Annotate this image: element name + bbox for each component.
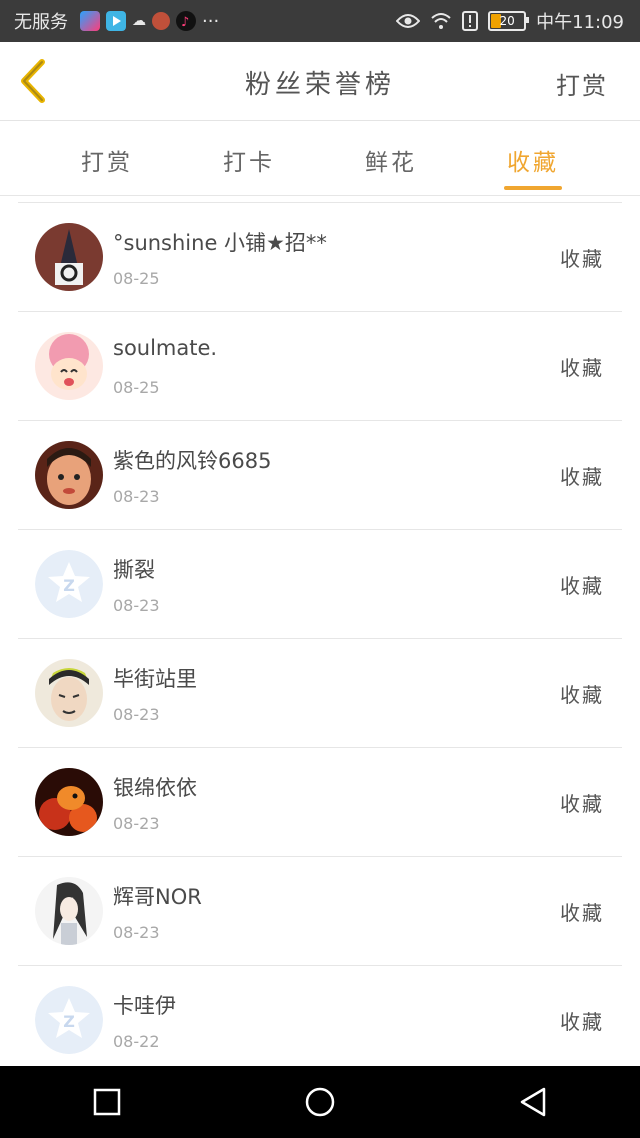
list-item[interactable]: 银绵依依 08-23 收藏 — [18, 748, 622, 857]
fan-date: 08-22 — [113, 1032, 160, 1051]
fan-name: 卡哇伊 — [113, 994, 176, 1018]
tab-flowers[interactable]: 鲜花 — [320, 121, 462, 195]
avatar — [35, 659, 103, 727]
alert-icon — [462, 11, 479, 31]
nav-bar: 粉丝荣誉榜 打赏 — [0, 42, 640, 121]
lion-app-icon — [152, 12, 170, 30]
fan-action-label: 收藏 — [560, 247, 604, 271]
svg-text:♪: ♪ — [181, 15, 189, 30]
reward-button[interactable]: 打赏 — [556, 66, 608, 101]
list-item[interactable]: 毕街站里 08-23 收藏 — [18, 639, 622, 748]
fan-action-label: 收藏 — [560, 901, 604, 925]
fan-name: 紫色的风铃6685 — [113, 449, 272, 473]
fan-action-label: 收藏 — [560, 356, 604, 380]
list-item[interactable]: Z 撕裂 08-23 收藏 — [18, 530, 622, 639]
square-icon — [93, 1088, 120, 1116]
youku-app-icon — [80, 11, 100, 31]
fan-date: 08-23 — [113, 923, 160, 942]
tab-reward[interactable]: 打赏 — [36, 121, 178, 195]
battery-level: 20 — [499, 14, 515, 28]
more-dots-icon: ··· — [202, 10, 220, 32]
fan-name: soulmate. — [113, 336, 218, 360]
avatar — [35, 768, 103, 836]
wifi-icon — [431, 13, 451, 29]
fan-name: 毕街站里 — [113, 667, 197, 691]
list-item[interactable]: Z 卡哇伊 08-22 收藏 — [18, 966, 622, 1074]
fan-action-label: 收藏 — [560, 574, 604, 598]
weather-icon: ☁ — [132, 13, 146, 29]
fan-list: °sunshine 小铺★招** 08-25 收藏 soulmate. 08-2… — [18, 202, 622, 1074]
tab-favorites[interactable]: 收藏 — [462, 121, 604, 195]
fan-action-label: 收藏 — [560, 683, 604, 707]
carrier-label: 无服务 — [14, 12, 68, 33]
default-avatar-icon: Z — [35, 550, 103, 618]
tiktok-icon: ♪ — [176, 11, 196, 31]
fan-action-label: 收藏 — [560, 1010, 604, 1034]
svg-text:Z: Z — [63, 576, 75, 595]
fan-date: 08-25 — [113, 269, 160, 288]
circle-icon — [305, 1087, 335, 1117]
fan-name: 辉哥NOR — [113, 885, 202, 909]
fan-date: 08-23 — [113, 487, 160, 506]
fan-action-label: 收藏 — [560, 465, 604, 489]
svg-text:Z: Z — [63, 1012, 75, 1031]
fan-action-label: 收藏 — [560, 792, 604, 816]
avatar — [35, 223, 103, 291]
avatar: Z — [35, 986, 103, 1054]
tab-bar: 打赏 打卡 鲜花 收藏 — [0, 121, 640, 196]
battery-icon: 20 — [488, 11, 530, 31]
triangle-back-icon — [521, 1087, 546, 1117]
avatar — [35, 877, 103, 945]
video-app-icon — [106, 11, 126, 31]
clock: 中午11:09 — [536, 12, 624, 33]
fan-name: °sunshine 小铺★招** — [113, 231, 327, 255]
fan-date: 08-23 — [113, 596, 160, 615]
status-bar: 无服务 ☁ ♪ ··· 20 中午11:09 — [0, 0, 640, 42]
fan-name: 撕裂 — [113, 558, 155, 582]
eye-icon — [396, 14, 421, 28]
fan-date: 08-23 — [113, 705, 160, 724]
avatar: Z — [35, 550, 103, 618]
fan-name: 银绵依依 — [113, 776, 197, 800]
list-item[interactable]: °sunshine 小铺★招** 08-25 收藏 — [18, 203, 622, 312]
page-title: 粉丝荣誉榜 — [244, 70, 395, 100]
default-avatar-icon: Z — [35, 986, 103, 1054]
list-item[interactable]: 辉哥NOR 08-23 收藏 — [18, 857, 622, 966]
list-item[interactable]: soulmate. 08-25 收藏 — [18, 312, 622, 421]
list-item[interactable]: 紫色的风铃6685 08-23 收藏 — [18, 421, 622, 530]
system-nav-bar — [0, 1066, 640, 1138]
avatar — [35, 332, 103, 400]
tab-checkin[interactable]: 打卡 — [178, 121, 320, 195]
system-back-button[interactable] — [503, 1072, 563, 1132]
fan-date: 08-25 — [113, 378, 160, 397]
fan-date: 08-23 — [113, 814, 160, 833]
recent-apps-button[interactable] — [77, 1072, 137, 1132]
home-button[interactable] — [290, 1072, 350, 1132]
avatar — [35, 441, 103, 509]
